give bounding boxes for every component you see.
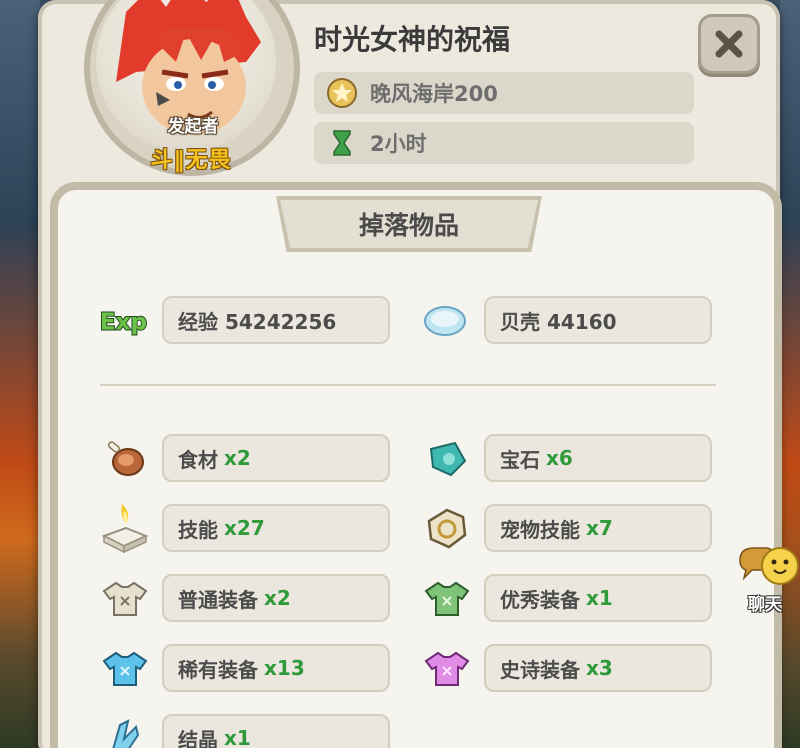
- item-slot-pet-skill[interactable]: 宠物技能 x7: [484, 504, 712, 552]
- item-qty: x7: [586, 516, 613, 540]
- tab-drops[interactable]: 掉落物品: [280, 200, 538, 248]
- item-qty: x3: [586, 656, 613, 680]
- exp-icon: Exp: [98, 296, 148, 346]
- close-icon: [715, 30, 743, 58]
- item-qty: x2: [264, 586, 291, 610]
- item-slot-crystal[interactable]: 结晶 x1: [162, 714, 390, 748]
- item-slot-epic-gear[interactable]: 史诗装备 x3: [484, 644, 712, 692]
- starter-label: 发起者: [167, 117, 219, 137]
- game-background-right: [780, 0, 800, 748]
- pet-skill-icon: [422, 504, 472, 554]
- item-name: 优秀装备: [500, 587, 580, 612]
- guild-name: 斗‖无畏: [150, 148, 232, 173]
- chat-label: 聊天: [748, 595, 782, 615]
- item-name: 史诗装备: [500, 657, 580, 682]
- shell-value: 贝壳 44160: [500, 309, 617, 334]
- game-background-left: [0, 0, 40, 748]
- good-gear-icon: [422, 574, 472, 624]
- item-slot-good-gear[interactable]: 优秀装备 x1: [484, 574, 712, 622]
- item-slot-food[interactable]: 食材 x2: [162, 434, 390, 482]
- gem-icon: [422, 434, 472, 484]
- item-qty: x1: [224, 726, 251, 748]
- item-name: 技能: [178, 517, 218, 542]
- item-qty: x2: [224, 446, 251, 470]
- item-name: 宝石: [500, 447, 540, 472]
- star-coin-icon: [327, 78, 357, 108]
- hourglass-icon: [333, 130, 351, 156]
- item-name: 普通装备: [178, 587, 258, 612]
- item-qty: x27: [224, 516, 265, 540]
- crystal-icon: [100, 712, 150, 748]
- item-slot-gem[interactable]: 宝石 x6: [484, 434, 712, 482]
- item-slot-common-gear[interactable]: 普通装备 x2: [162, 574, 390, 622]
- close-button[interactable]: [698, 14, 760, 74]
- shell-icon: [420, 296, 470, 346]
- item-name: 宠物技能: [500, 517, 580, 542]
- item-name: 结晶: [178, 727, 218, 748]
- meat-icon: [100, 434, 150, 484]
- duration-text: 2小时: [370, 132, 427, 156]
- item-qty: x1: [586, 586, 613, 610]
- item-name: 食材: [178, 447, 218, 472]
- item-slot-skill[interactable]: 技能 x27: [162, 504, 390, 552]
- item-qty: x6: [546, 446, 573, 470]
- chat-bubble-icon: [739, 547, 799, 585]
- skill-book-icon: [100, 502, 150, 554]
- common-gear-icon: [100, 574, 150, 624]
- item-name: 稀有装备: [178, 657, 258, 682]
- svg-text:Exp: Exp: [100, 310, 147, 336]
- exp-value: 经验 54242256: [178, 309, 337, 334]
- shell-slot[interactable]: 贝壳 44160: [484, 296, 712, 344]
- exp-slot[interactable]: 经验 54242256: [162, 296, 390, 344]
- divider: [100, 384, 716, 386]
- location-text: 晚风海岸200: [370, 82, 498, 106]
- event-title: 时光女神的祝福: [314, 23, 511, 56]
- duration-row: 2小时: [314, 122, 694, 164]
- location-row: 晚风海岸200: [314, 72, 694, 114]
- epic-gear-icon: [422, 644, 472, 694]
- rare-gear-icon: [100, 644, 150, 694]
- item-slot-rare-gear[interactable]: 稀有装备 x13: [162, 644, 390, 692]
- item-qty: x13: [264, 656, 305, 680]
